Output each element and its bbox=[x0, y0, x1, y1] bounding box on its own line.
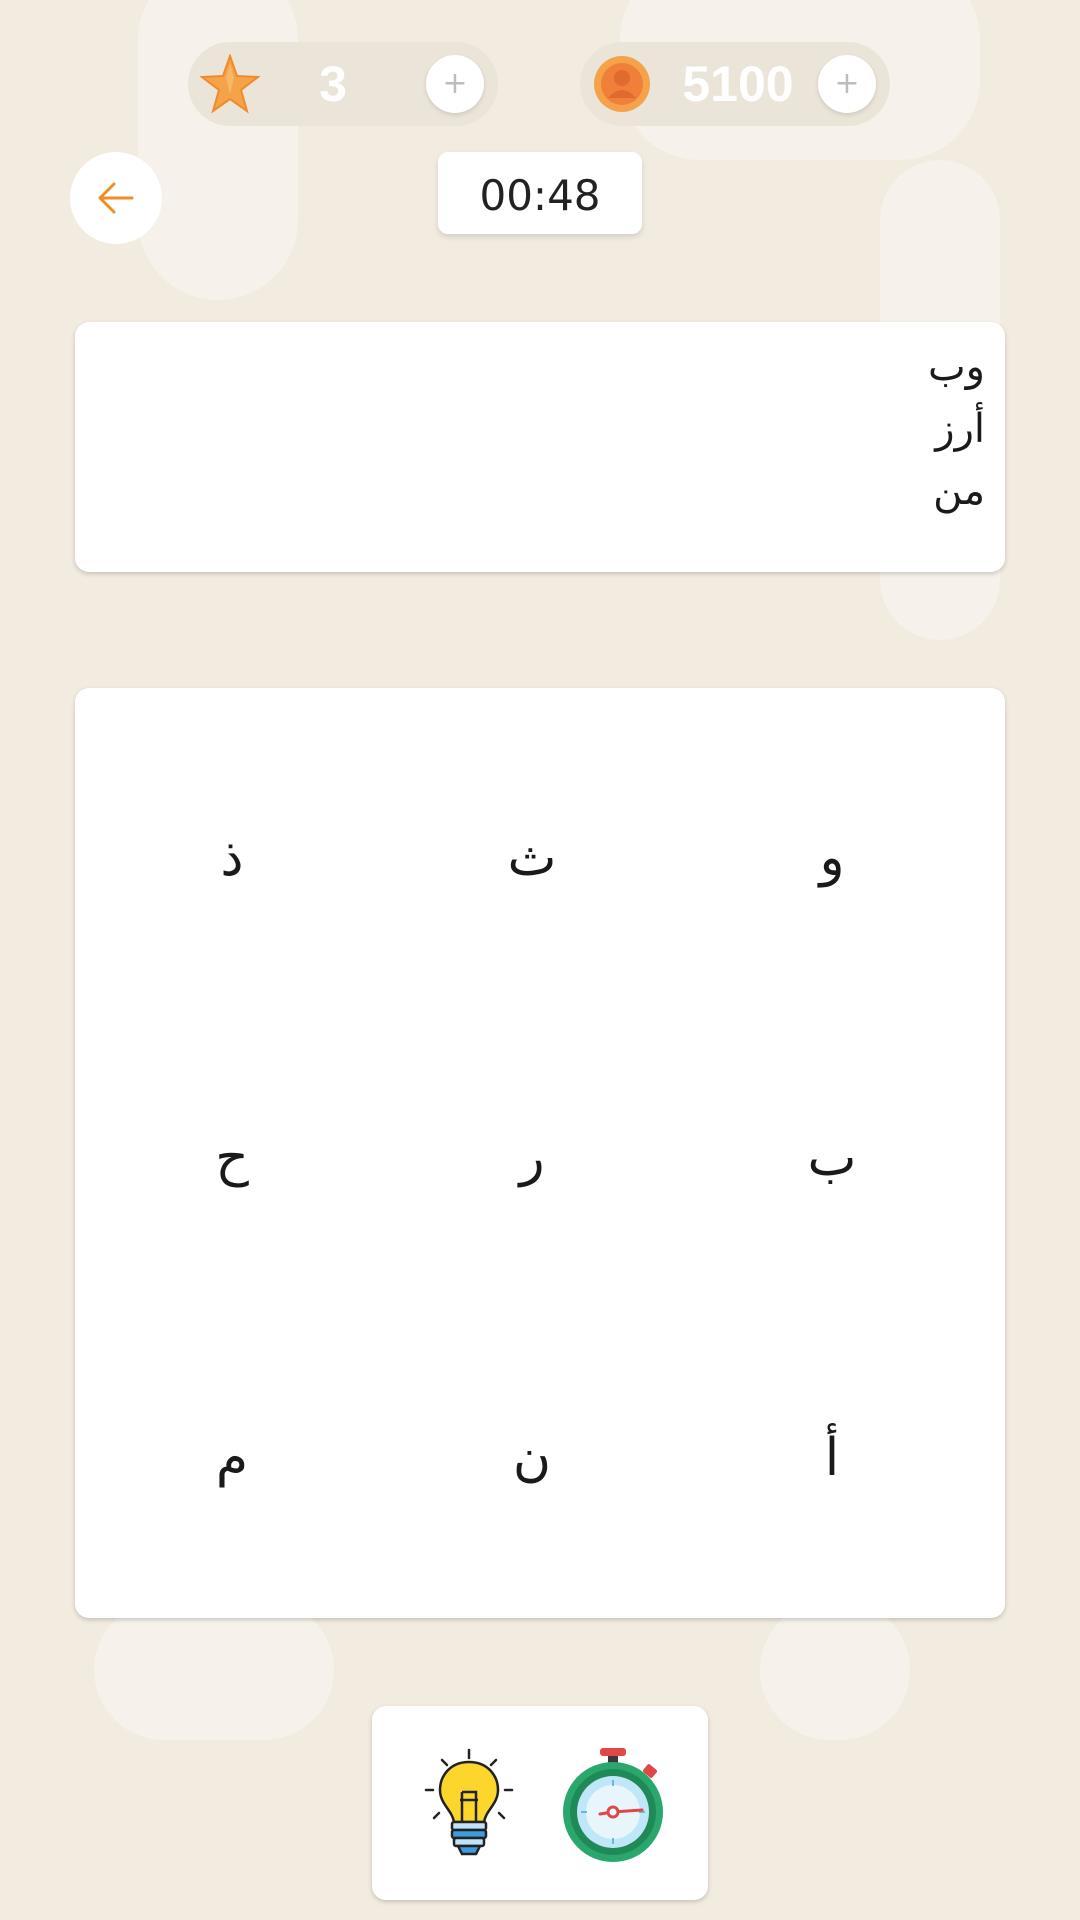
background-shape bbox=[760, 1600, 910, 1740]
lightbulb-icon bbox=[424, 1748, 514, 1856]
letter-cell[interactable]: ر bbox=[472, 1098, 592, 1218]
star-icon bbox=[199, 52, 261, 114]
letter-cell[interactable]: أ bbox=[772, 1398, 892, 1518]
target-word: من bbox=[933, 468, 985, 514]
stars-value: 3 bbox=[319, 56, 347, 112]
timer-display: 00:48 bbox=[438, 152, 642, 234]
back-button[interactable] bbox=[70, 152, 162, 244]
stopwatch-icon bbox=[563, 1748, 663, 1862]
coin-icon bbox=[592, 54, 652, 114]
coins-counter: 5100 + bbox=[580, 42, 890, 126]
target-word: وب bbox=[928, 344, 985, 390]
letter-cell[interactable]: ذ bbox=[172, 798, 292, 918]
background-shape bbox=[94, 1600, 334, 1740]
powerups-panel bbox=[372, 1706, 708, 1900]
letter-cell[interactable]: و bbox=[772, 798, 892, 918]
letter-cell[interactable]: ب bbox=[772, 1098, 892, 1218]
stars-counter: 3 + bbox=[188, 42, 498, 126]
letter-cell[interactable]: ن bbox=[472, 1398, 592, 1518]
add-time-button[interactable] bbox=[562, 1748, 666, 1867]
target-words-panel: وب أرز من bbox=[75, 322, 1005, 572]
target-word: أرز bbox=[935, 406, 985, 452]
add-stars-button[interactable]: + bbox=[426, 55, 484, 113]
letter-cell[interactable]: ح bbox=[172, 1098, 292, 1218]
arrow-left-icon bbox=[98, 182, 134, 214]
letter-grid: ذ ث و ح ر ب م ن أ bbox=[75, 688, 1005, 1618]
hint-button[interactable] bbox=[424, 1748, 514, 1867]
add-coins-button[interactable]: + bbox=[818, 55, 876, 113]
letter-cell[interactable]: ث bbox=[472, 798, 592, 918]
letter-cell[interactable]: م bbox=[172, 1398, 292, 1518]
coins-value: 5100 bbox=[682, 56, 794, 112]
